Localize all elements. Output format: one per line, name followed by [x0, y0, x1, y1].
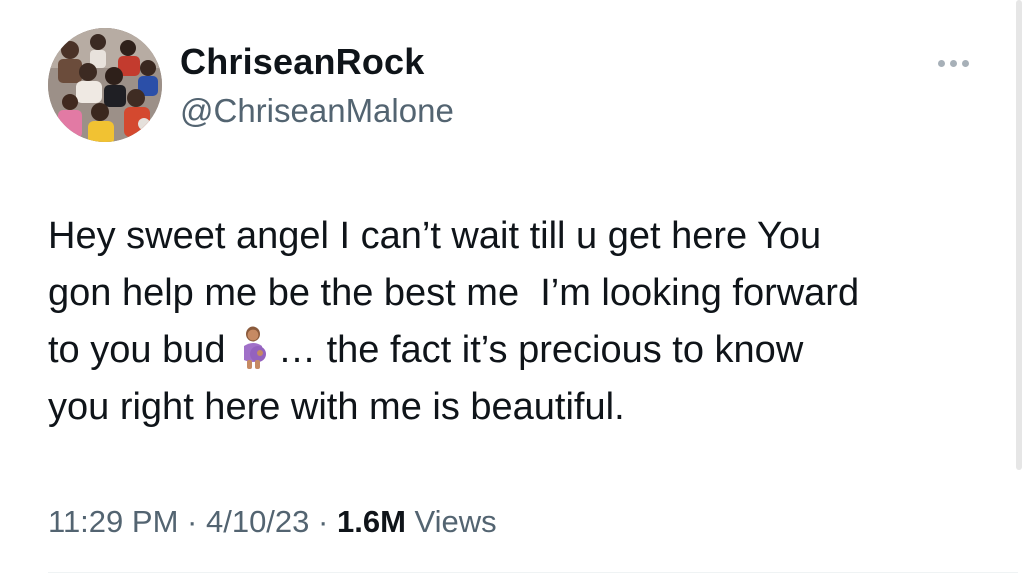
user-handle[interactable]: @ChriseanMalone [180, 92, 454, 130]
tweet-date[interactable]: 4/10/23 [206, 504, 309, 539]
views-count[interactable]: 1.6M [337, 504, 406, 539]
tweet-time[interactable]: 11:29 PM [48, 504, 178, 539]
more-options-button[interactable] [928, 50, 978, 76]
meta-separator: · [318, 504, 329, 539]
avatar-photo [48, 28, 162, 142]
avatar[interactable] [48, 28, 162, 142]
more-horizontal-icon [937, 59, 969, 67]
scrollbar[interactable] [1016, 0, 1022, 470]
divider [48, 572, 1018, 573]
tweet-text: Hey sweet angel I can’t wait till u get … [48, 208, 988, 436]
meta-separator: · [187, 504, 198, 539]
views-label: Views [414, 504, 497, 539]
display-name[interactable]: ChriseanRock [180, 42, 425, 82]
tweet-card[interactable]: ChriseanRock @ChriseanMalone Hey sweet a… [0, 0, 1024, 580]
tweet-meta: 11:29 PM · 4/10/23 · 1.6M Views [48, 502, 497, 542]
pregnant-woman-emoji [236, 326, 272, 370]
